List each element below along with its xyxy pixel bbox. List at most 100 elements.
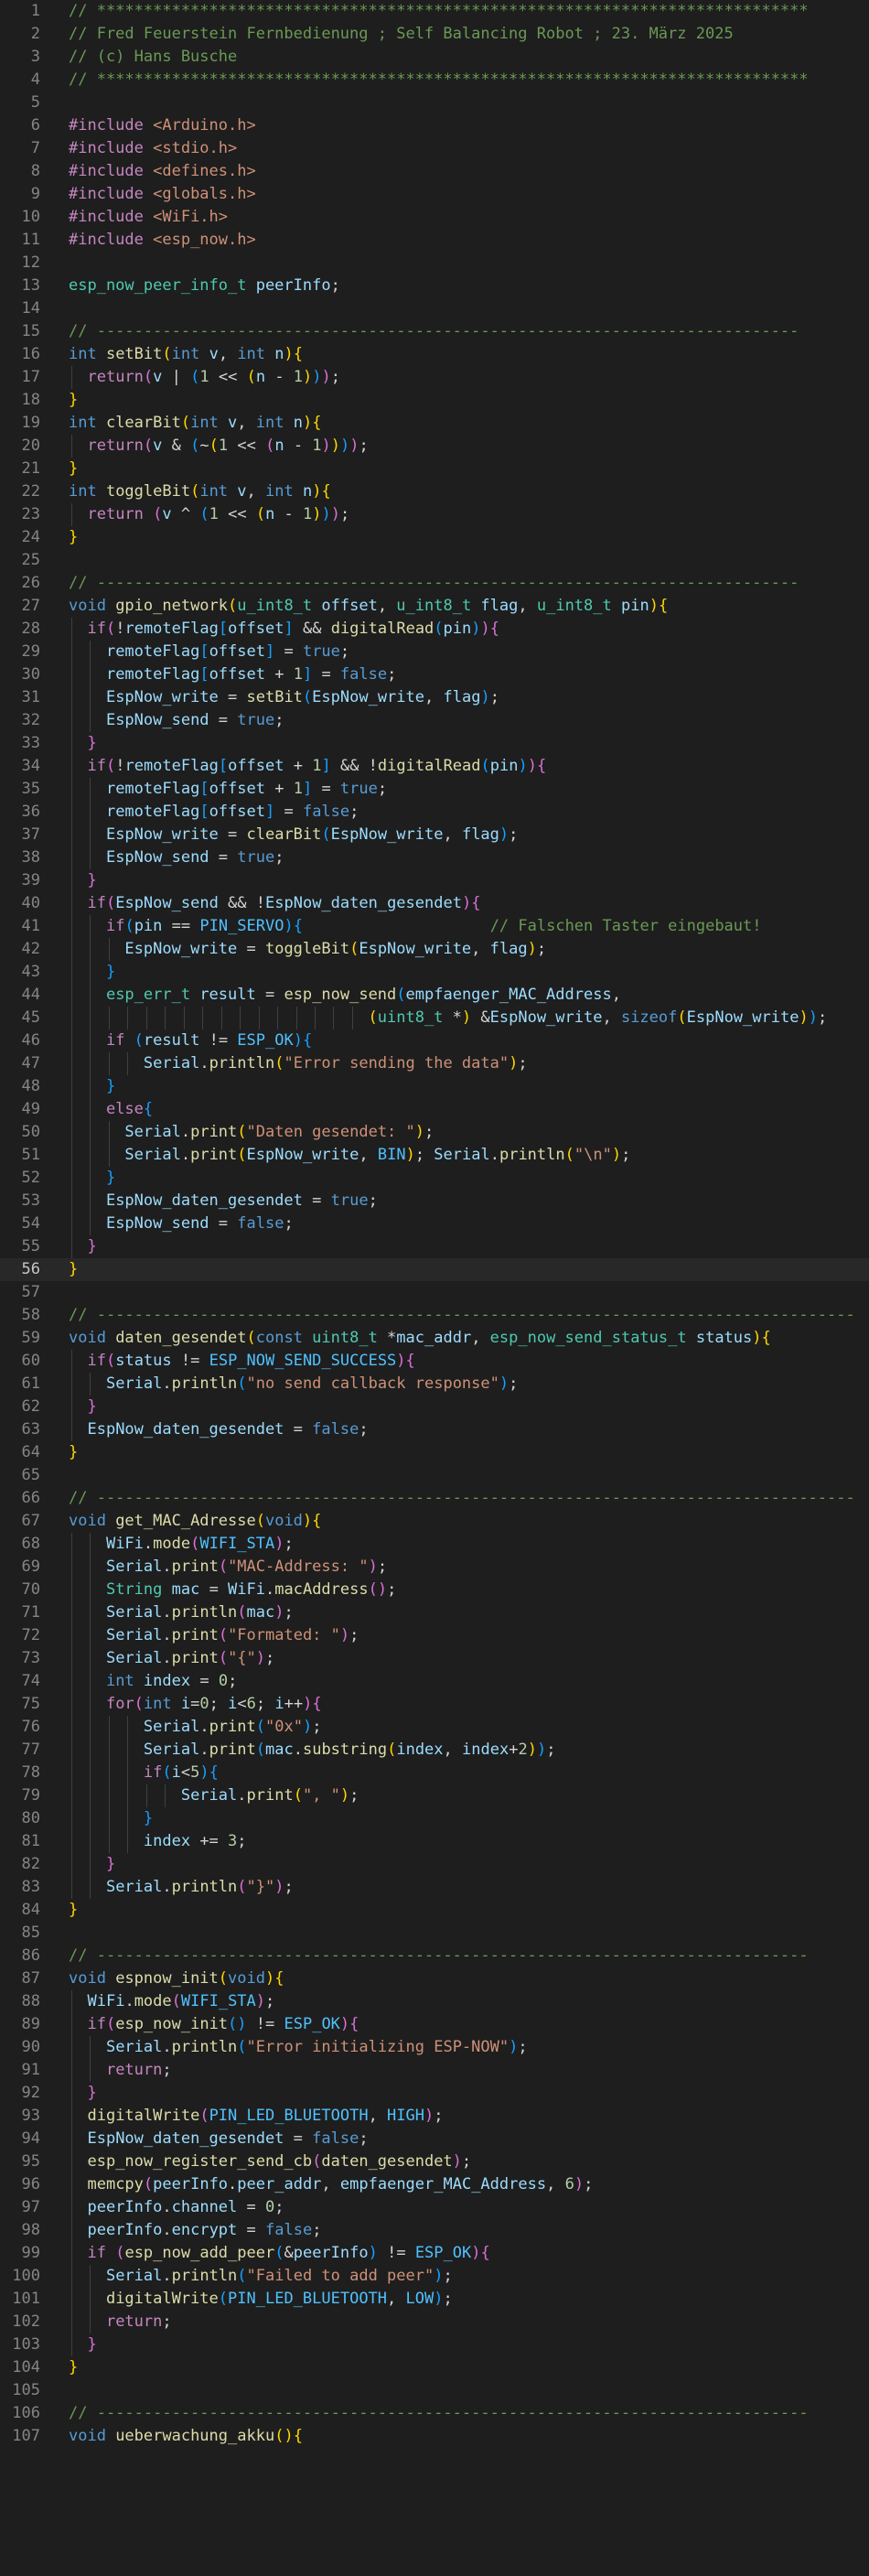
code-line[interactable]: 16 int setBit(int v, int n){ bbox=[0, 343, 869, 366]
code-line[interactable]: 34 if(!remoteFlag[offset + 1] && !digita… bbox=[0, 755, 869, 778]
code-line[interactable]: 72 Serial.print("Formated: "); bbox=[0, 1624, 869, 1647]
code-line[interactable]: 80 } bbox=[0, 1807, 869, 1830]
code-line[interactable]: 89 if(esp_now_init() != ESP_OK){ bbox=[0, 2013, 869, 2036]
code-line[interactable]: 52 } bbox=[0, 1167, 869, 1190]
code-line[interactable]: 22 int toggleBit(int v, int n){ bbox=[0, 480, 869, 503]
code-line[interactable]: 106 // ----------------------------------… bbox=[0, 2402, 869, 2425]
code-line[interactable]: 77 Serial.print(mac.substring(index, ind… bbox=[0, 1739, 869, 1762]
code-line[interactable]: 60 if(status != ESP_NOW_SEND_SUCCESS){ bbox=[0, 1350, 869, 1373]
code-line[interactable]: 66 // -----------------------------------… bbox=[0, 1487, 869, 1510]
code-line[interactable]: 63 EspNow_daten_gesendet = false; bbox=[0, 1418, 869, 1441]
code-line[interactable]: 37 EspNow_write = clearBit(EspNow_write,… bbox=[0, 824, 869, 846]
code-line[interactable]: 71 Serial.println(mac); bbox=[0, 1601, 869, 1624]
code-line[interactable]: 42 EspNow_write = toggleBit(EspNow_write… bbox=[0, 938, 869, 961]
code-line[interactable]: 7 #include <stdio.h> bbox=[0, 137, 869, 160]
code-line[interactable]: 99 if (esp_now_add_peer(&peerInfo) != ES… bbox=[0, 2242, 869, 2265]
code-line[interactable]: 24} bbox=[0, 526, 869, 549]
code-line[interactable]: 6 #include <Arduino.h> bbox=[0, 114, 869, 137]
code-line[interactable]: 107 void ueberwachung_akku(){ bbox=[0, 2425, 869, 2448]
code-line[interactable]: 36 remoteFlag[offset] = false; bbox=[0, 801, 869, 824]
code-line[interactable]: 51 Serial.print(EspNow_write, BIN); Seri… bbox=[0, 1144, 869, 1167]
code-line[interactable]: 18} bbox=[0, 389, 869, 412]
code-line[interactable]: 81 index += 3; bbox=[0, 1830, 869, 1853]
code-line[interactable]: 19 int clearBit(int v, int n){ bbox=[0, 412, 869, 435]
code-line[interactable]: 10 #include <WiFi.h> bbox=[0, 206, 869, 229]
code-line[interactable]: 35 remoteFlag[offset + 1] = true; bbox=[0, 778, 869, 801]
code-line[interactable]: 86 // -----------------------------------… bbox=[0, 1945, 869, 1967]
code-line[interactable]: 62 } bbox=[0, 1396, 869, 1418]
code-line[interactable]: 9 #include <globals.h> bbox=[0, 183, 869, 206]
code-line[interactable]: 1 // ************************************… bbox=[0, 0, 869, 23]
code-line[interactable]: 31 EspNow_write = setBit(EspNow_write, f… bbox=[0, 686, 869, 709]
code-line[interactable]: 94 EspNow_daten_gesendet = false; bbox=[0, 2128, 869, 2150]
code-line[interactable]: 85 bbox=[0, 1922, 869, 1945]
code-line[interactable]: 93 digitalWrite(PIN_LED_BLUETOOTH, HIGH)… bbox=[0, 2105, 869, 2128]
code-line[interactable]: 78 if(i<5){ bbox=[0, 1762, 869, 1784]
code-line[interactable]: 74 int index = 0; bbox=[0, 1670, 869, 1693]
code-line[interactable]: 68 WiFi.mode(WIFI_STA); bbox=[0, 1533, 869, 1556]
code-line[interactable]: 3 // (c) Hans Busche bbox=[0, 46, 869, 69]
code-line[interactable]: 15 // -----------------------------------… bbox=[0, 320, 869, 343]
code-line[interactable]: 21} bbox=[0, 458, 869, 480]
code-line[interactable]: 82 } bbox=[0, 1853, 869, 1876]
code-line[interactable]: 96 memcpy(peerInfo.peer_addr, empfaenger… bbox=[0, 2173, 869, 2196]
code-line[interactable]: 48 } bbox=[0, 1075, 869, 1098]
code-line[interactable]: 65 bbox=[0, 1464, 869, 1487]
code-line[interactable]: 70 String mac = WiFi.macAddress(); bbox=[0, 1579, 869, 1601]
code-line[interactable]: 20 return(v & (~(1 << (n - 1)))); bbox=[0, 435, 869, 458]
code-line[interactable]: 95 esp_now_register_send_cb(daten_gesend… bbox=[0, 2150, 869, 2173]
code-line[interactable]: 76 Serial.print("0x"); bbox=[0, 1716, 869, 1739]
code-line[interactable]: 61 Serial.println("no send callback resp… bbox=[0, 1373, 869, 1396]
code-line[interactable]: 44 esp_err_t result = esp_now_send(empfa… bbox=[0, 984, 869, 1007]
code-line[interactable]: 91 return; bbox=[0, 2059, 869, 2082]
code-line[interactable]: 41 if(pin == PIN_SERVO){ // Falschen Tas… bbox=[0, 915, 869, 938]
code-line[interactable]: 56} bbox=[0, 1258, 869, 1281]
code-line[interactable]: 26 // -----------------------------------… bbox=[0, 572, 869, 595]
code-line[interactable]: 23 return (v ^ (1 << (n - 1))); bbox=[0, 503, 869, 526]
code-line[interactable]: 57 bbox=[0, 1281, 869, 1304]
code-line[interactable]: 54 EspNow_send = false; bbox=[0, 1213, 869, 1235]
code-line[interactable]: 84} bbox=[0, 1899, 869, 1922]
code-line[interactable]: 101 digitalWrite(PIN_LED_BLUETOOTH, LOW)… bbox=[0, 2288, 869, 2311]
code-line[interactable]: 45 (uint8_t *) &EspNow_write, sizeof(Esp… bbox=[0, 1007, 869, 1029]
code-line[interactable]: 53 EspNow_daten_gesendet = true; bbox=[0, 1190, 869, 1213]
code-line[interactable]: 103 } bbox=[0, 2333, 869, 2356]
code-line[interactable]: 2 // Fred Feuerstein Fernbedienung ; Self… bbox=[0, 23, 869, 46]
code-line[interactable]: 39 } bbox=[0, 869, 869, 892]
code-line[interactable]: 58 // -----------------------------------… bbox=[0, 1304, 869, 1327]
code-line[interactable]: 12 bbox=[0, 252, 869, 275]
code-line[interactable]: 38 EspNow_send = true; bbox=[0, 846, 869, 869]
code-line[interactable]: 4 // ************************************… bbox=[0, 69, 869, 92]
code-line[interactable]: 25 bbox=[0, 549, 869, 572]
code-line[interactable]: 104} bbox=[0, 2356, 869, 2379]
code-line[interactable]: 75 for(int i=0; i<6; i++){ bbox=[0, 1693, 869, 1716]
code-line[interactable]: 73 Serial.print("{"); bbox=[0, 1647, 869, 1670]
code-line[interactable]: 90 Serial.println("Error initializing ES… bbox=[0, 2036, 869, 2059]
code-line[interactable]: 28 if(!remoteFlag[offset] && digitalRead… bbox=[0, 618, 869, 641]
code-line[interactable]: 98 peerInfo.encrypt = false; bbox=[0, 2219, 869, 2242]
code-line[interactable]: 105 bbox=[0, 2379, 869, 2402]
code-editor[interactable]: 1 // ************************************… bbox=[0, 0, 869, 2576]
code-line[interactable]: 30 remoteFlag[offset + 1] = false; bbox=[0, 663, 869, 686]
code-line[interactable]: 47 Serial.println("Error sending the dat… bbox=[0, 1052, 869, 1075]
code-line[interactable]: 46 if (result != ESP_OK){ bbox=[0, 1029, 869, 1052]
code-line[interactable]: 13 esp_now_peer_info_t peerInfo; bbox=[0, 275, 869, 297]
code-line[interactable]: 32 EspNow_send = true; bbox=[0, 709, 869, 732]
code-line[interactable]: 11 #include <esp_now.h> bbox=[0, 229, 869, 252]
code-line[interactable]: 43 } bbox=[0, 961, 869, 984]
code-line[interactable]: 50 Serial.print("Daten gesendet: "); bbox=[0, 1121, 869, 1144]
code-line[interactable]: 87 void espnow_init(void){ bbox=[0, 1967, 869, 1990]
code-line[interactable]: 17 return(v | (1 << (n - 1))); bbox=[0, 366, 869, 389]
code-line[interactable]: 27 void gpio_network(u_int8_t offset, u_i… bbox=[0, 595, 869, 618]
code-line[interactable]: 49 else{ bbox=[0, 1098, 869, 1121]
code-line[interactable]: 69 Serial.print("MAC-Address: "); bbox=[0, 1556, 869, 1579]
code-line[interactable]: 64} bbox=[0, 1441, 869, 1464]
code-line[interactable]: 5 bbox=[0, 92, 869, 114]
code-line[interactable]: 59 void daten_gesendet(const uint8_t *mac… bbox=[0, 1327, 869, 1350]
code-line[interactable]: 79 Serial.print(", "); bbox=[0, 1784, 869, 1807]
code-line[interactable]: 67 void get_MAC_Adresse(void){ bbox=[0, 1510, 869, 1533]
code-line[interactable]: 14 bbox=[0, 297, 869, 320]
code-line[interactable]: 92 } bbox=[0, 2082, 869, 2105]
code-line[interactable]: 33 } bbox=[0, 732, 869, 755]
code-line[interactable]: 102 return; bbox=[0, 2311, 869, 2333]
